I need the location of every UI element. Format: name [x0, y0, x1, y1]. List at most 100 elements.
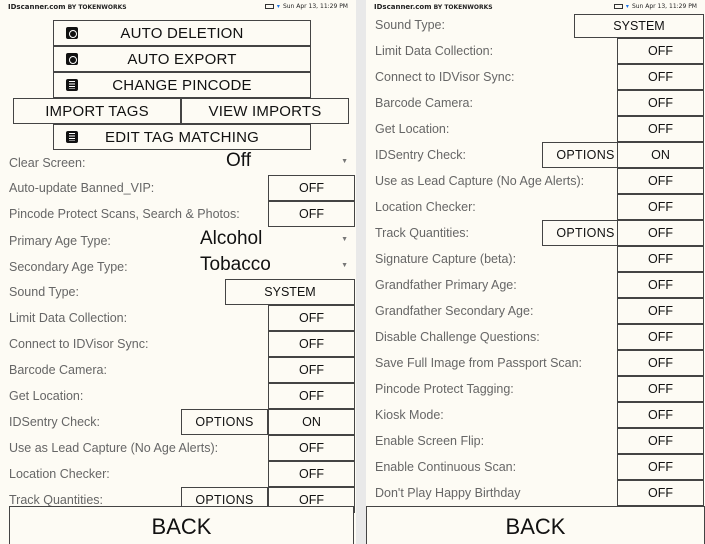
auto-export-icon	[66, 53, 78, 65]
setting-row: Barcode Camera: OFF	[0, 357, 356, 383]
setting-label: Don't Play Happy Birthday	[375, 486, 521, 500]
setting-label: Barcode Camera:	[375, 96, 473, 110]
change-pincode-label: CHANGE PINCODE	[112, 76, 252, 94]
setting-row: Use as Lead Capture (No Age Alerts): OFF	[366, 168, 705, 194]
sound-type-button[interactable]: SYSTEM	[225, 279, 355, 305]
clear-screen-value: Off	[226, 150, 251, 171]
toggle-button[interactable]: OFF	[268, 175, 355, 201]
idsentry-options-button[interactable]: OPTIONS	[181, 409, 268, 435]
idsentry-options-button[interactable]: OPTIONS	[542, 142, 629, 168]
toggle-button[interactable]: OFF	[617, 272, 704, 298]
setting-row: Pincode Protect Scans, Search & Photos: O…	[0, 201, 356, 227]
edit-tag-matching-button[interactable]: EDIT TAG MATCHING	[53, 124, 311, 150]
setting-label: Track Quantities:	[375, 226, 470, 240]
setting-row: Kiosk Mode: OFF	[366, 402, 705, 428]
sound-type-button[interactable]: SYSTEM	[574, 14, 704, 38]
auto-deletion-icon	[66, 27, 78, 39]
setting-label: Signature Capture (beta):	[375, 252, 517, 266]
spinner-arrow-icon: ▼	[341, 262, 348, 269]
setting-row: IDSentry Check: OPTIONS ON	[0, 409, 356, 435]
status-datetime: Sun Apr 13, 11:29 PM	[282, 3, 348, 10]
setting-row: Sound Type: SYSTEM	[366, 12, 705, 38]
setting-label: Track Quantities:	[9, 493, 104, 507]
setting-row: Sound Type: SYSTEM	[0, 279, 356, 305]
setting-label: IDSentry Check:	[9, 415, 101, 429]
toggle-button[interactable]: OFF	[268, 305, 355, 331]
setting-label: Enable Screen Flip:	[375, 434, 485, 448]
toggle-button[interactable]: OFF	[617, 90, 704, 116]
primary-age-row: Primary Age Type: Alcohol ▼	[0, 228, 356, 254]
setting-row: Pincode Protect Tagging: OFF	[366, 376, 705, 402]
setting-label: Limit Data Collection:	[9, 311, 128, 325]
toggle-button[interactable]: ON	[268, 409, 355, 435]
clear-screen-label: Clear Screen:	[9, 156, 86, 170]
setting-label: Use as Lead Capture (No Age Alerts):	[9, 441, 219, 455]
setting-row: Track Quantities: OPTIONS OFF	[366, 220, 705, 246]
setting-label: Pincode Protect Scans, Search & Photos:	[9, 207, 240, 221]
auto-deletion-label: AUTO DELETION	[120, 24, 244, 42]
setting-label: Sound Type:	[9, 285, 79, 299]
setting-label: Enable Continuous Scan:	[375, 460, 517, 474]
toggle-button[interactable]: OFF	[268, 461, 355, 487]
toggle-button[interactable]: OFF	[617, 376, 704, 402]
toggle-button[interactable]: ON	[617, 142, 704, 168]
toggle-button[interactable]: OFF	[617, 168, 704, 194]
setting-row: Limit Data Collection: OFF	[366, 38, 705, 64]
track-quantities-options-button[interactable]: OPTIONS	[542, 220, 629, 246]
toggle-button[interactable]: OFF	[268, 201, 355, 227]
setting-label: IDSentry Check:	[375, 148, 467, 162]
auto-deletion-button[interactable]: AUTO DELETION	[53, 20, 311, 46]
spinner-arrow-icon: ▼	[341, 158, 348, 165]
setting-label: Use as Lead Capture (No Age Alerts):	[375, 174, 585, 188]
import-tags-label: IMPORT TAGS	[45, 102, 149, 120]
setting-label: Grandfather Secondary Age:	[375, 304, 534, 318]
status-right: ▾ Sun Apr 13, 11:29 PM	[613, 3, 697, 10]
setting-row: Grandfather Secondary Age: OFF	[366, 298, 705, 324]
toggle-button[interactable]: OFF	[617, 454, 704, 480]
change-pincode-button[interactable]: CHANGE PINCODE	[53, 72, 311, 98]
secondary-age-label: Secondary Age Type:	[9, 260, 128, 274]
back-button[interactable]: BACK	[366, 506, 705, 544]
battery-icon	[264, 4, 274, 9]
app-brand: IDscanner.com BY TOKENWORKS	[8, 3, 127, 11]
setting-row: Connect to IDVisor Sync: OFF	[366, 64, 705, 90]
toggle-button[interactable]: OFF	[617, 298, 704, 324]
toggle-button[interactable]: OFF	[617, 38, 704, 64]
setting-row: Disable Challenge Questions: OFF	[366, 324, 705, 350]
toggle-button[interactable]: OFF	[268, 435, 355, 461]
setting-row: Save Full Image from Passport Scan: OFF	[366, 350, 705, 376]
settings-panel-right: IDscanner.com BY TOKENWORKS ▾ Sun Apr 13,…	[366, 0, 705, 544]
change-pincode-icon	[66, 79, 78, 91]
toggle-button[interactable]: OFF	[268, 357, 355, 383]
toggle-button[interactable]: OFF	[268, 331, 355, 357]
toggle-button[interactable]: OFF	[617, 350, 704, 376]
setting-label: Kiosk Mode:	[375, 408, 444, 422]
setting-label: Sound Type:	[375, 18, 445, 32]
toggle-button[interactable]: OFF	[617, 480, 704, 506]
setting-row: Enable Screen Flip: OFF	[366, 428, 705, 454]
primary-age-label: Primary Age Type:	[9, 234, 111, 248]
toggle-button[interactable]: OFF	[617, 116, 704, 142]
import-tags-button[interactable]: IMPORT TAGS	[13, 98, 181, 124]
view-imports-button[interactable]: VIEW IMPORTS	[181, 98, 349, 124]
toggle-button[interactable]: OFF	[617, 194, 704, 220]
toggle-button[interactable]: OFF	[617, 246, 704, 272]
toggle-button[interactable]: OFF	[268, 383, 355, 409]
auto-export-button[interactable]: AUTO EXPORT	[53, 46, 311, 72]
setting-row: Auto-update Banned_VIP: OFF	[0, 175, 356, 201]
wifi-icon: ▾	[625, 3, 629, 10]
setting-row: Connect to IDVisor Sync: OFF	[0, 331, 356, 357]
setting-label: Grandfather Primary Age:	[375, 278, 517, 292]
setting-row: Signature Capture (beta): OFF	[366, 246, 705, 272]
secondary-age-value: Tobacco	[200, 254, 271, 275]
back-button[interactable]: BACK	[9, 506, 354, 544]
toggle-button[interactable]: OFF	[617, 428, 704, 454]
toggle-button[interactable]: OFF	[617, 64, 704, 90]
toggle-button[interactable]: OFF	[617, 324, 704, 350]
auto-export-label: AUTO EXPORT	[127, 50, 237, 68]
setting-row: Use as Lead Capture (No Age Alerts): OFF	[0, 435, 356, 461]
toggle-button[interactable]: OFF	[617, 220, 704, 246]
setting-label: Pincode Protect Tagging:	[375, 382, 514, 396]
view-imports-label: VIEW IMPORTS	[208, 102, 322, 120]
toggle-button[interactable]: OFF	[617, 402, 704, 428]
